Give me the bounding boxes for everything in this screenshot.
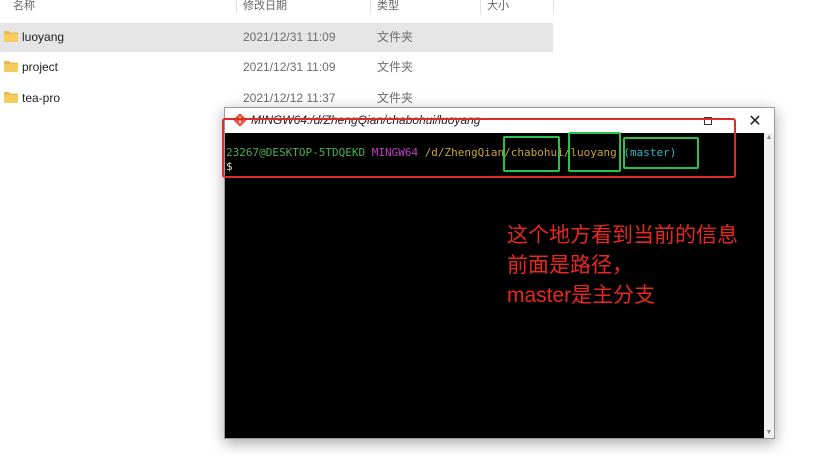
column-separator[interactable] [370, 0, 371, 14]
scroll-down-icon[interactable]: ▼ [764, 428, 774, 438]
annotation-line: 这个地方看到当前的信息 [507, 224, 738, 247]
file-date: 2021/12/31 11:09 [243, 60, 336, 74]
close-icon: ✕ [748, 112, 762, 130]
close-button[interactable]: ✕ [740, 108, 770, 133]
file-type: 文件夹 [377, 60, 414, 74]
column-separator[interactable] [553, 0, 554, 14]
file-name: tea-pro [22, 91, 61, 105]
file-row-luoyang[interactable]: luoyang 2021/12/31 11:09 文件夹 [0, 23, 553, 52]
column-header-name[interactable]: 名称 [13, 0, 35, 14]
annotation-text: 这个地方看到当前的信息 前面是路径， master是主分支 [507, 221, 738, 311]
column-separator[interactable] [236, 0, 237, 14]
column-header-type[interactable]: 类型 [377, 0, 399, 14]
chabohui-highlight-box [503, 136, 560, 172]
column-header-date[interactable]: 修改日期 [243, 0, 287, 14]
column-header-size[interactable]: 大小 [487, 0, 509, 14]
scroll-up-icon[interactable]: ▲ [764, 133, 774, 143]
luoyang-highlight-box [568, 132, 621, 172]
column-separator[interactable] [480, 0, 481, 14]
folder-icon [4, 92, 18, 103]
annotation-line: master是主分支 [507, 284, 656, 307]
file-name: project [22, 60, 59, 74]
file-date: 2021/12/31 11:09 [243, 30, 336, 44]
folder-icon [4, 61, 18, 72]
vertical-scrollbar[interactable]: ▲ ▼ [764, 133, 774, 438]
annotation-line: 前面是路径， [507, 254, 633, 277]
file-name: luoyang [22, 30, 65, 44]
file-row-project[interactable]: project 2021/12/31 11:09 文件夹 [0, 53, 553, 82]
folder-icon [4, 31, 18, 42]
file-type: 文件夹 [377, 30, 414, 44]
branch-highlight-box [623, 137, 699, 169]
